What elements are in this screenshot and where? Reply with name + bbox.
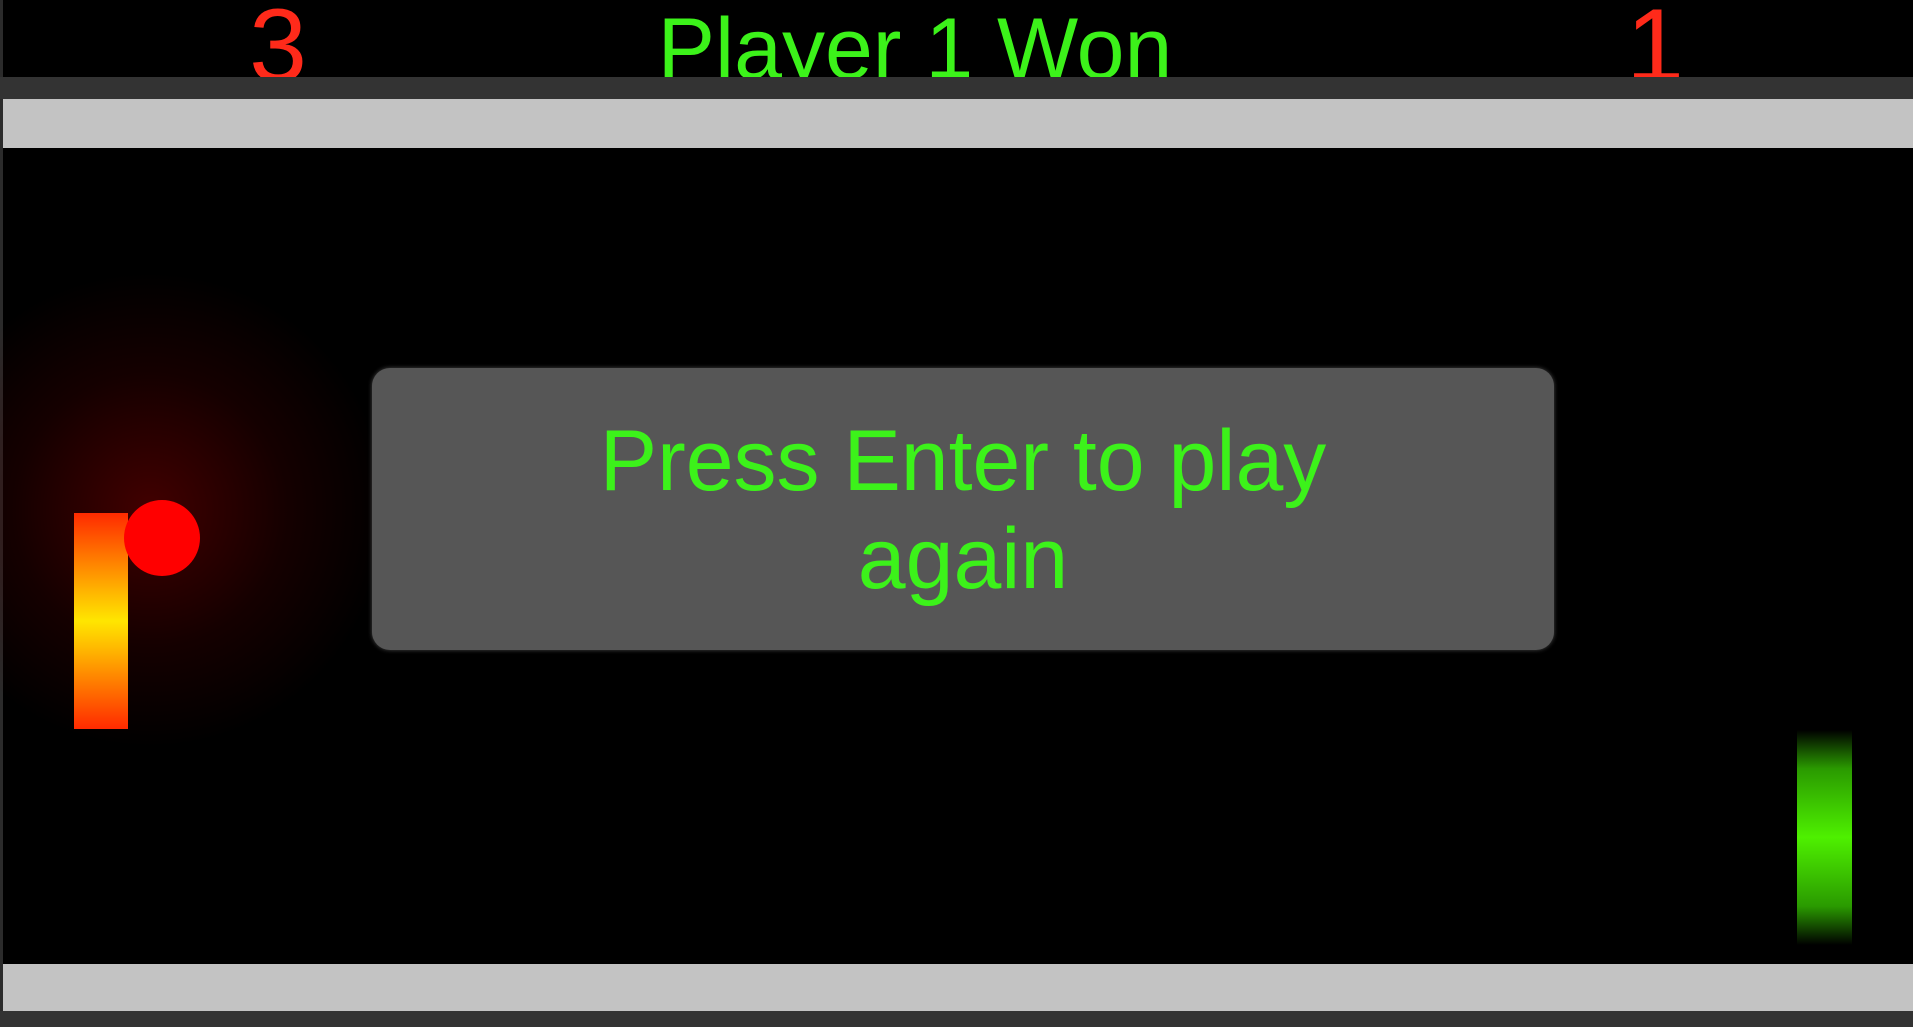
player1-paddle <box>74 513 128 729</box>
play-again-dialog[interactable]: Press Enter to play again <box>372 368 1554 650</box>
top-border-band <box>0 77 1913 99</box>
bottom-border-band <box>0 1011 1913 1027</box>
play-again-prompt: Press Enter to play again <box>372 412 1554 608</box>
ball <box>124 500 200 576</box>
player2-paddle <box>1797 730 1852 945</box>
left-paddle-glow <box>0 270 390 750</box>
bottom-wall <box>3 964 1913 1011</box>
top-wall <box>3 99 1913 148</box>
game-stage: 3 Player 1 Won 1 Press Enter to play aga… <box>0 0 1913 1027</box>
prompt-line-2: again <box>857 511 1069 607</box>
prompt-line-1: Press Enter to play <box>599 413 1327 509</box>
